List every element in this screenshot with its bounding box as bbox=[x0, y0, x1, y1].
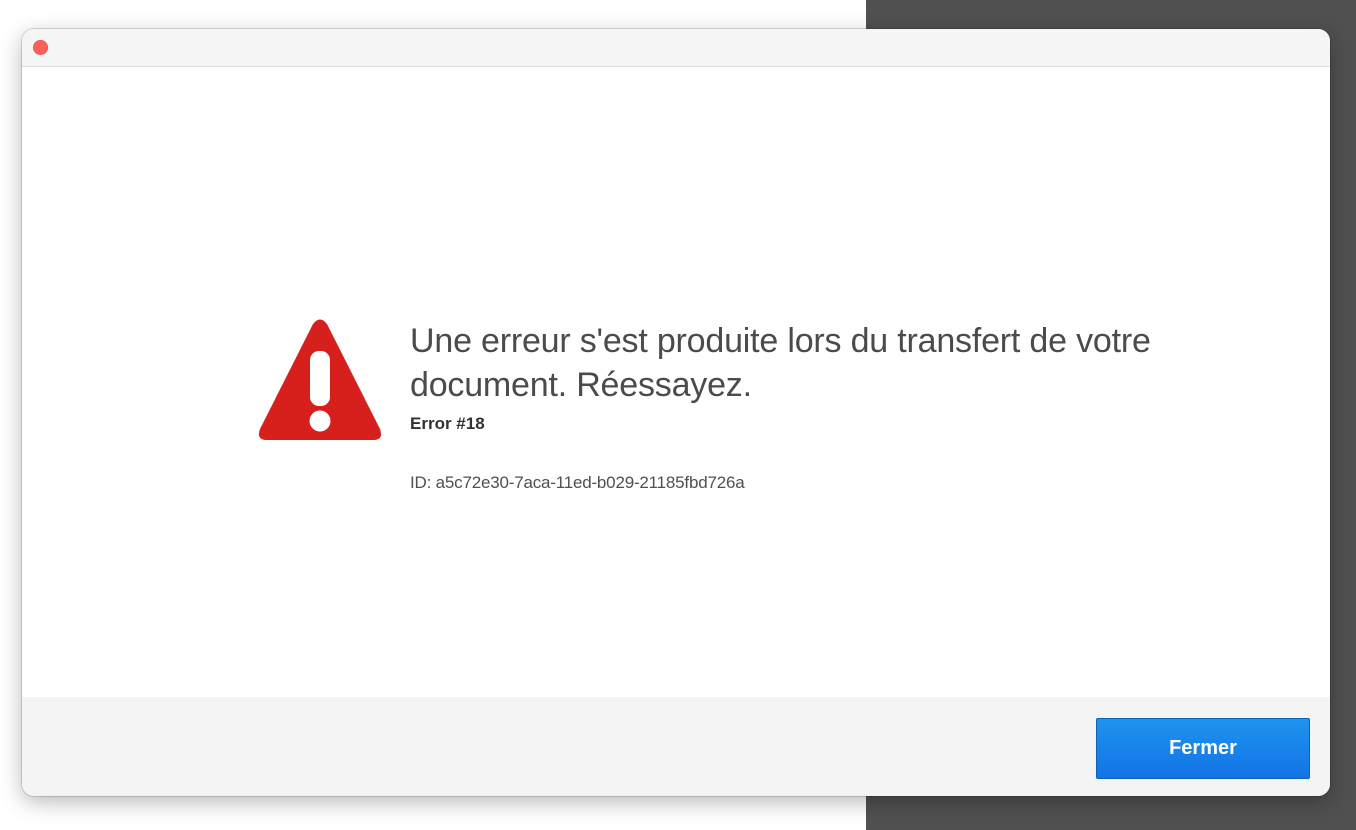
error-message: Une erreur s'est produite lors du transf… bbox=[410, 322, 1151, 404]
dialog-footer: Fermer bbox=[22, 697, 1330, 796]
title-bar bbox=[22, 29, 1330, 67]
window-close-icon[interactable] bbox=[33, 40, 48, 55]
error-code: Error #18 bbox=[410, 414, 485, 433]
close-button[interactable]: Fermer bbox=[1096, 718, 1310, 779]
error-dialog: Une erreur s'est produite lors du transf… bbox=[22, 29, 1330, 796]
error-id: ID: a5c72e30-7aca-11ed-b029-21185fbd726a bbox=[410, 473, 745, 492]
error-text: Une erreur s'est produite lors du transf… bbox=[410, 319, 1210, 494]
dialog-content: Une erreur s'est produite lors du transf… bbox=[22, 67, 1330, 697]
warning-triangle-icon bbox=[258, 319, 382, 440]
